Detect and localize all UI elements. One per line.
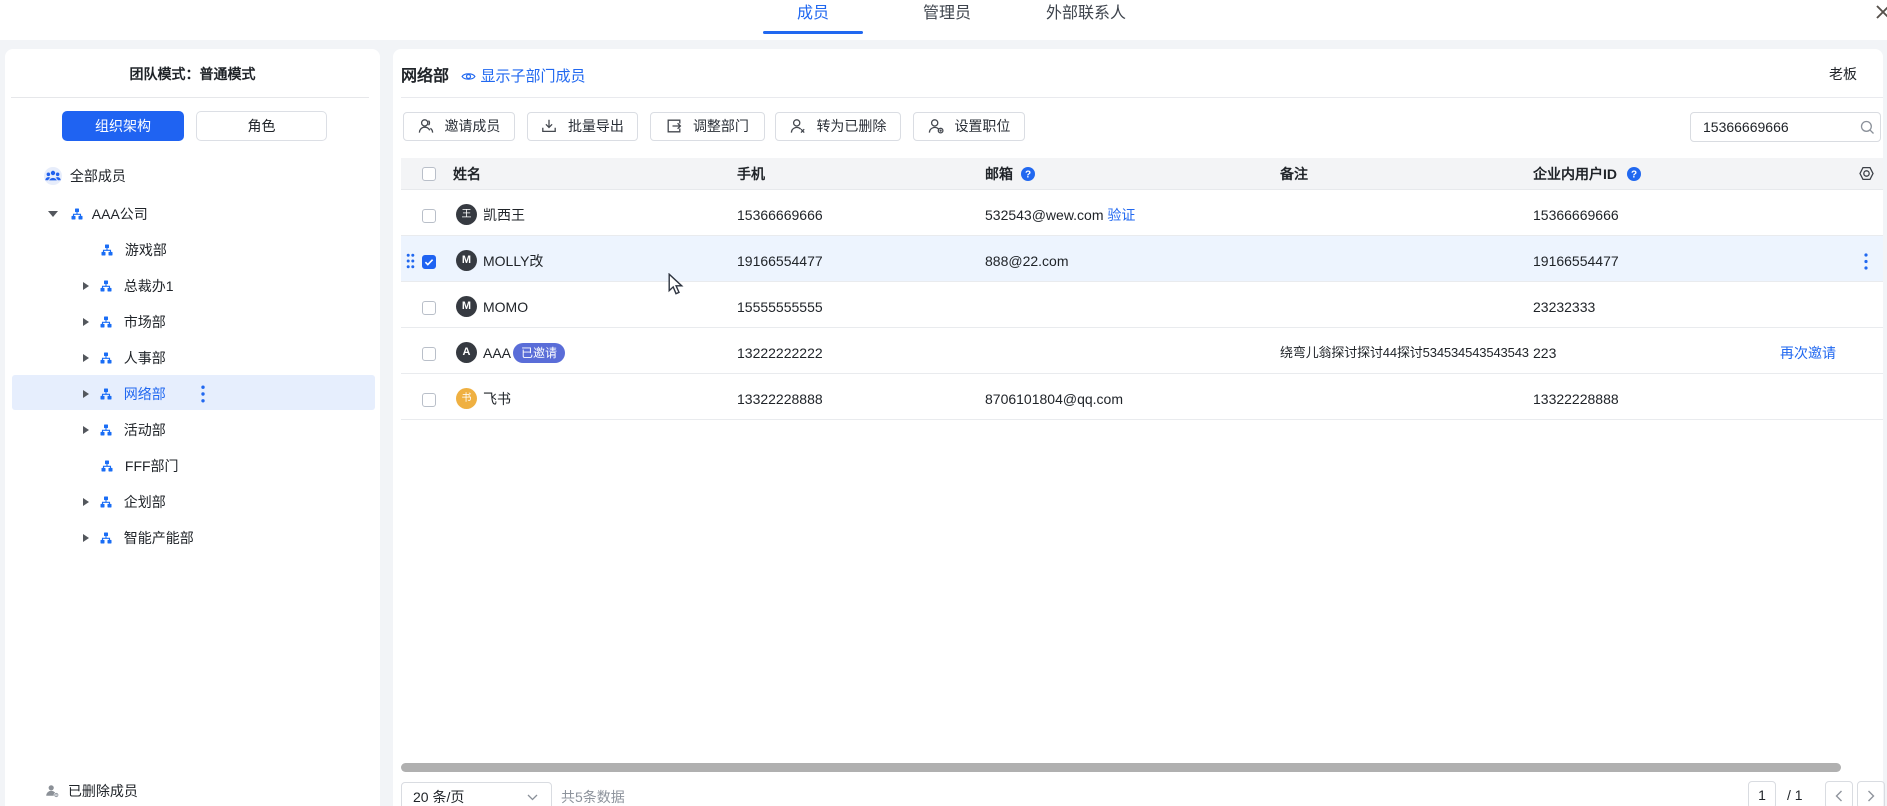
svg-text:?: ? (1631, 169, 1637, 180)
svg-text:?: ? (1025, 169, 1031, 180)
